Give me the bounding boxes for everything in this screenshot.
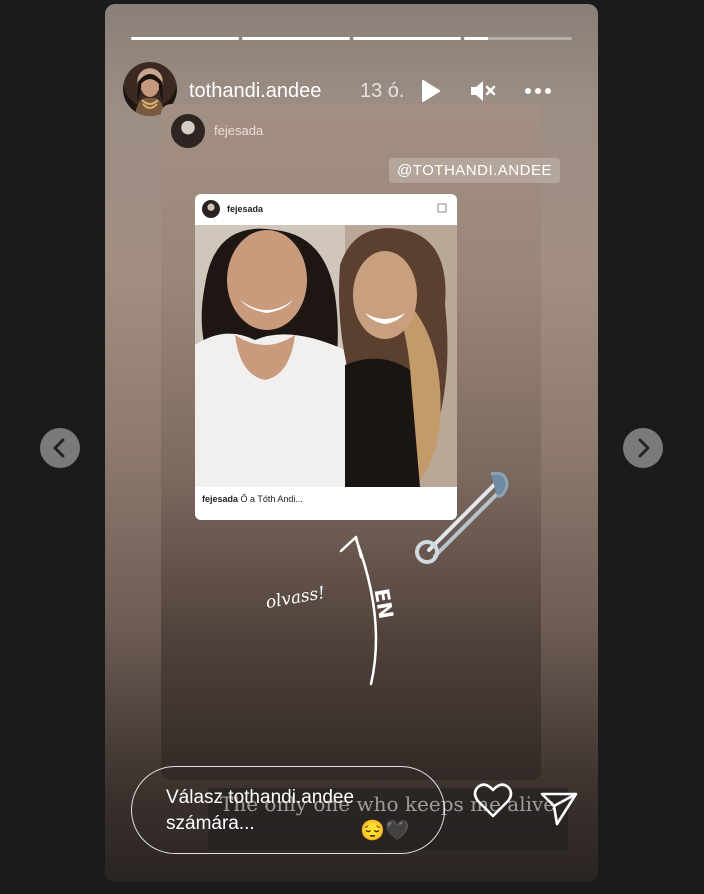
chevron-left-icon xyxy=(53,438,65,458)
post-caption-user: fejesada xyxy=(202,494,239,504)
reply-input[interactable]: Válasz tothandi.andee számára... xyxy=(131,766,445,854)
play-button[interactable] xyxy=(415,76,445,106)
story-viewer[interactable]: tothandi.andee 13 ó. fejesada @TOTHANDI.… xyxy=(105,4,598,882)
progress-segment xyxy=(353,37,461,40)
post-caption: fejesada Ő a Tóth Andi... xyxy=(202,494,303,504)
post-card-username: fejesada xyxy=(227,204,264,214)
svg-text:EN: EN xyxy=(369,587,398,621)
previous-story-button[interactable] xyxy=(40,428,80,468)
heart-icon xyxy=(473,783,513,818)
post-photo xyxy=(195,225,457,487)
handwriting-olvass: olvass! xyxy=(264,583,326,613)
source-avatar[interactable] xyxy=(171,114,205,148)
send-icon xyxy=(540,792,578,826)
story-username[interactable]: tothandi.andee xyxy=(189,80,321,103)
story-timestamp: 13 ó. xyxy=(360,80,405,102)
reply-placeholder: Válasz tothandi.andee számára... xyxy=(166,787,355,834)
square-icon xyxy=(437,203,447,213)
source-username[interactable]: fejesada xyxy=(214,123,263,138)
safety-pin-sticker xyxy=(415,471,509,564)
reshared-post-frame: fejesada @TOTHANDI.ANDEE fejesada fejesa… xyxy=(161,104,560,780)
mute-button[interactable] xyxy=(467,76,497,106)
post-card-header: fejesada xyxy=(195,194,457,224)
mention-sticker[interactable]: @TOTHANDI.ANDEE xyxy=(389,158,560,183)
post-caption-text: Ő a Tóth Andi... xyxy=(238,494,303,504)
post-card-avatar xyxy=(202,200,220,218)
progress-segment xyxy=(242,37,350,40)
mute-icon xyxy=(471,81,496,101)
more-icon xyxy=(525,88,551,94)
more-options-button[interactable] xyxy=(523,76,553,106)
handwriting-en: EN xyxy=(369,587,398,621)
progress-segment xyxy=(131,37,239,40)
chevron-right-icon xyxy=(638,438,650,458)
next-story-button[interactable] xyxy=(623,428,663,468)
svg-text:olvass!: olvass! xyxy=(264,583,326,613)
play-icon xyxy=(422,80,440,102)
share-button[interactable] xyxy=(539,790,579,833)
like-button[interactable] xyxy=(472,782,514,825)
story-progress xyxy=(131,37,572,41)
progress-segment xyxy=(464,37,572,40)
